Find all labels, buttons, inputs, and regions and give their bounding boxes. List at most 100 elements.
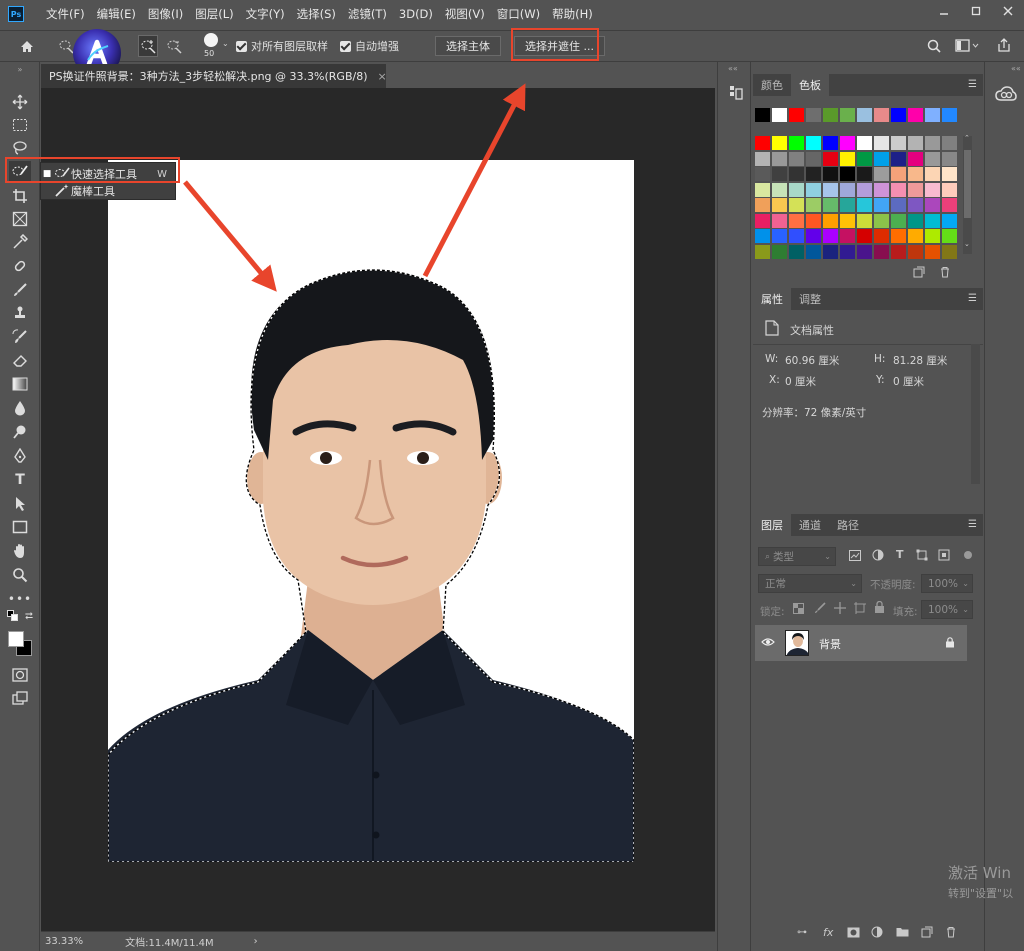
- menu-window[interactable]: 窗口(W): [497, 6, 540, 22]
- close-icon[interactable]: [992, 0, 1024, 22]
- color-swatch[interactable]: [925, 244, 940, 259]
- menu-file[interactable]: 文件(F): [46, 6, 85, 22]
- recent-swatch[interactable]: [891, 108, 906, 122]
- color-swatch[interactable]: [806, 229, 821, 243]
- color-swatch[interactable]: [857, 167, 872, 181]
- color-swatch[interactable]: [823, 151, 838, 166]
- color-swatch[interactable]: [874, 213, 889, 228]
- color-swatch[interactable]: [772, 213, 787, 228]
- recent-swatch[interactable]: [823, 108, 838, 122]
- recent-swatch[interactable]: [925, 108, 940, 122]
- color-swatch[interactable]: [891, 167, 906, 181]
- delete-swatch-icon[interactable]: [939, 266, 951, 281]
- color-swatch[interactable]: [942, 167, 957, 181]
- healing-brush-tool-icon[interactable]: [9, 256, 31, 276]
- home-icon[interactable]: [14, 40, 40, 53]
- history-panel-icon[interactable]: [726, 82, 746, 104]
- color-swatch[interactable]: [942, 244, 957, 259]
- hand-tool-icon[interactable]: [9, 541, 31, 561]
- color-swatch[interactable]: [874, 167, 889, 181]
- color-swatch[interactable]: [806, 213, 821, 228]
- collapse-panels-icon[interactable]: ««: [1011, 64, 1021, 73]
- lock-position-icon[interactable]: [834, 602, 846, 617]
- link-layers-icon[interactable]: ⊶: [797, 927, 807, 938]
- color-swatch[interactable]: [857, 136, 872, 150]
- filter-toggle-icon[interactable]: [964, 551, 972, 559]
- recent-swatch[interactable]: [857, 108, 872, 122]
- new-group-icon[interactable]: [896, 927, 909, 940]
- minimize-icon[interactable]: [928, 0, 960, 22]
- color-swatch[interactable]: [874, 198, 889, 212]
- sample-all-layers-checkbox[interactable]: 对所有图层取样: [236, 38, 328, 54]
- color-swatch[interactable]: [823, 167, 838, 181]
- new-adjustment-layer-icon[interactable]: [871, 926, 883, 941]
- new-swatch-icon[interactable]: [913, 266, 925, 281]
- color-swatch[interactable]: [755, 136, 770, 150]
- blur-tool-icon[interactable]: [9, 398, 31, 418]
- status-menu-arrow[interactable]: ›: [254, 936, 258, 947]
- type-tool-icon[interactable]: T: [9, 470, 31, 490]
- menu-edit[interactable]: 编辑(E): [97, 6, 136, 22]
- color-swatch[interactable]: [806, 244, 821, 259]
- creative-cloud-libraries-icon[interactable]: [993, 82, 1019, 106]
- blend-mode-select[interactable]: 正常 ⌄: [758, 574, 862, 593]
- color-swatch[interactable]: [925, 167, 940, 181]
- flyout-item-magic-wand[interactable]: 魔棒工具: [41, 182, 177, 200]
- color-swatch[interactable]: [789, 136, 804, 150]
- default-colors-icon[interactable]: [6, 610, 20, 622]
- color-swatch[interactable]: [908, 151, 923, 166]
- color-swatch[interactable]: [806, 182, 821, 197]
- brush-size-picker[interactable]: 50 ⌄: [198, 31, 229, 61]
- lock-artboard-icon[interactable]: [854, 602, 866, 617]
- properties-scrollbar[interactable]: [971, 344, 980, 484]
- crop-tool-icon[interactable]: [9, 186, 31, 206]
- color-swatch[interactable]: [942, 182, 957, 197]
- auto-enhance-checkbox[interactable]: 自动增强: [340, 38, 399, 54]
- recent-swatch[interactable]: [772, 108, 787, 122]
- color-swatch[interactable]: [908, 167, 923, 181]
- add-mask-icon[interactable]: [847, 927, 860, 941]
- path-selection-tool-icon[interactable]: [9, 494, 31, 514]
- color-swatch[interactable]: [823, 136, 838, 150]
- color-swatch[interactable]: [840, 167, 855, 181]
- color-swatch[interactable]: [772, 198, 787, 212]
- color-swatch[interactable]: [908, 198, 923, 212]
- color-swatch[interactable]: [789, 198, 804, 212]
- color-swatch[interactable]: [840, 213, 855, 228]
- color-swatch[interactable]: [857, 198, 872, 212]
- move-tool-icon[interactable]: [9, 92, 31, 112]
- menu-select[interactable]: 选择(S): [297, 6, 336, 22]
- share-icon[interactable]: [996, 38, 1012, 53]
- color-swatch[interactable]: [874, 136, 889, 150]
- tab-layers[interactable]: 图层: [753, 514, 791, 536]
- frame-tool-icon[interactable]: [9, 209, 31, 229]
- color-swatch[interactable]: [925, 182, 940, 197]
- menu-layer[interactable]: 图层(L): [195, 6, 233, 22]
- color-swatch[interactable]: [823, 182, 838, 197]
- color-swatch[interactable]: [925, 151, 940, 166]
- color-swatch[interactable]: [789, 229, 804, 243]
- fill-input[interactable]: 100% ⌄: [921, 600, 973, 619]
- more-tools-icon[interactable]: •••: [8, 589, 31, 609]
- menu-image[interactable]: 图像(I): [148, 6, 183, 22]
- menu-type[interactable]: 文字(Y): [246, 6, 285, 22]
- color-swatch[interactable]: [772, 244, 787, 259]
- recent-swatch[interactable]: [840, 108, 855, 122]
- height-value[interactable]: 81.28 厘米: [893, 353, 947, 368]
- menu-filter[interactable]: 滤镜(T): [348, 6, 387, 22]
- quick-mask-icon[interactable]: [9, 665, 31, 685]
- color-swatch[interactable]: [755, 229, 770, 243]
- select-subject-button[interactable]: 选择主体: [435, 36, 501, 56]
- color-swatch[interactable]: [772, 136, 787, 150]
- color-swatch[interactable]: [925, 213, 940, 228]
- color-swatch[interactable]: [789, 244, 804, 259]
- color-swatch[interactable]: [891, 136, 906, 150]
- color-swatch[interactable]: [857, 229, 872, 243]
- color-swatch[interactable]: [755, 244, 770, 259]
- recent-swatch[interactable]: [755, 108, 770, 122]
- color-swatch[interactable]: [789, 213, 804, 228]
- color-swatch[interactable]: [908, 136, 923, 150]
- maximize-icon[interactable]: [960, 0, 992, 22]
- close-tab-icon[interactable]: ×: [377, 70, 386, 83]
- color-swatch[interactable]: [823, 198, 838, 212]
